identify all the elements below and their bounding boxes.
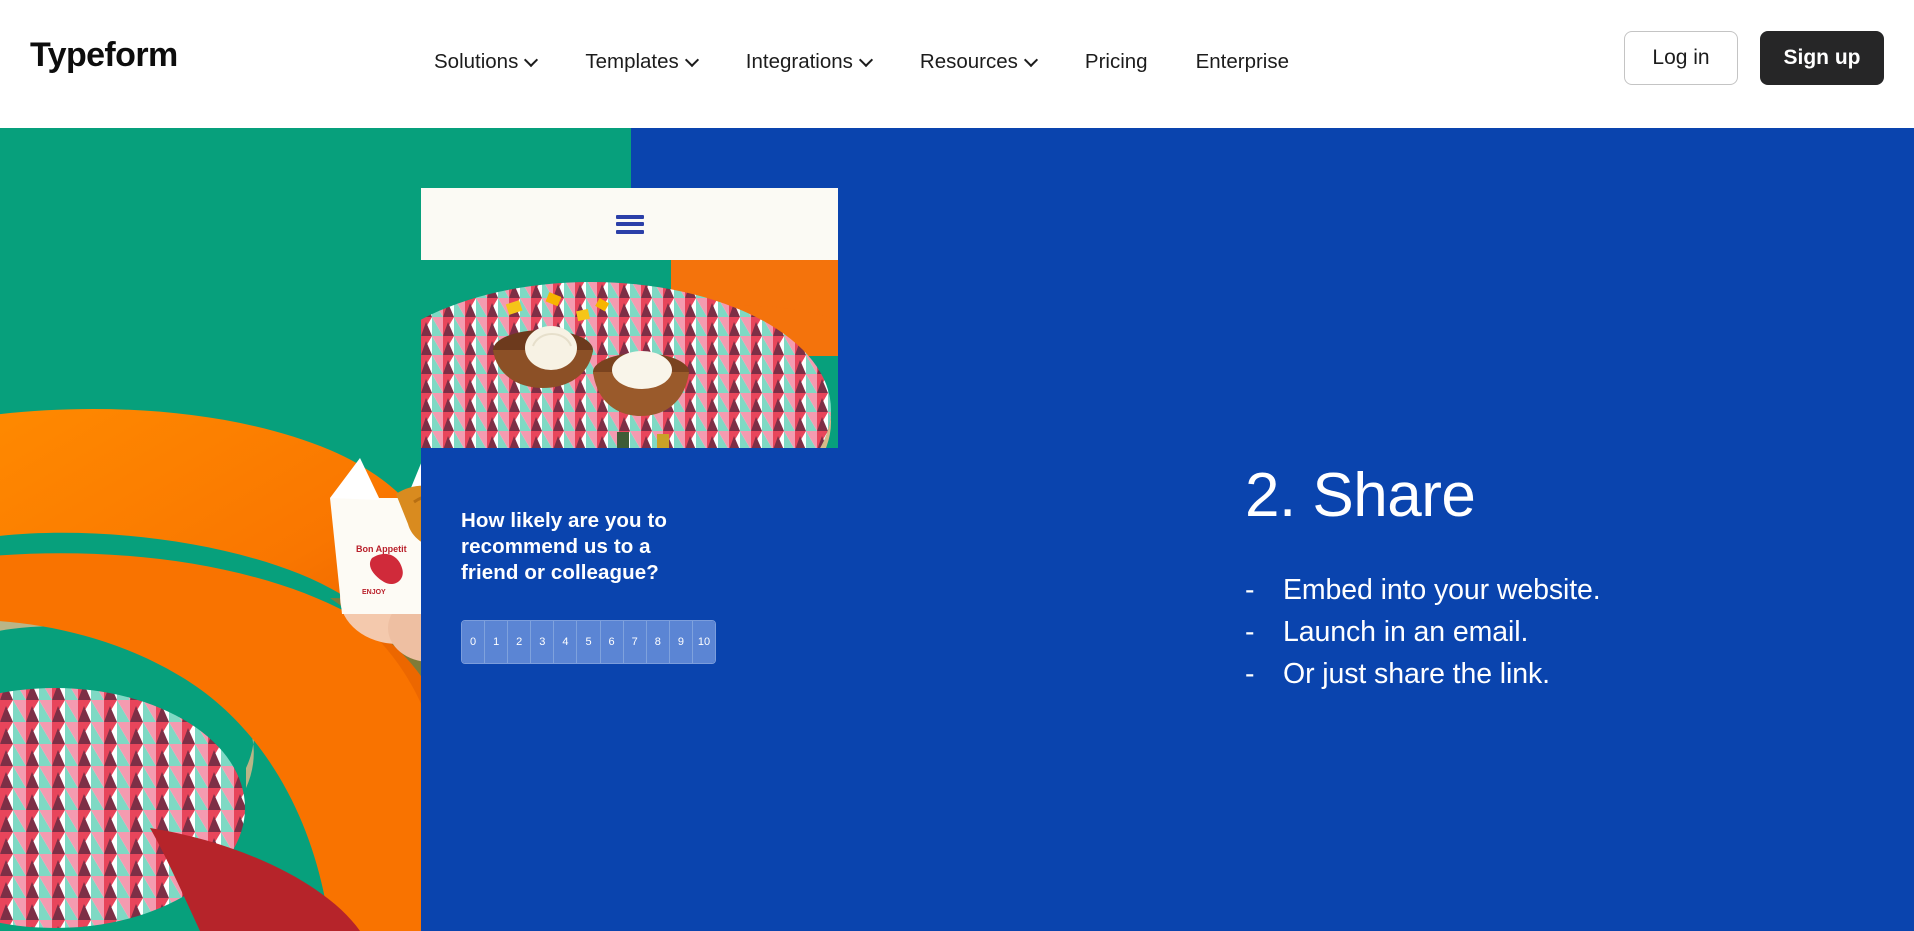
nav-item-label: Templates (585, 50, 679, 73)
main-navigation: Solutions Templates Integrations Resourc… (410, 42, 1313, 82)
bullet-marker: - (1245, 615, 1255, 648)
page-title: 2. Share (1245, 461, 1476, 530)
rating-cell[interactable]: 5 (577, 621, 601, 664)
nav-item-solutions[interactable]: Solutions (410, 42, 561, 82)
list-item: - Embed into your website. (1245, 570, 1865, 612)
rating-cell[interactable]: 1 (485, 621, 509, 664)
chevron-down-icon (687, 55, 698, 66)
bullet-marker: - (1245, 657, 1255, 690)
hamburger-bar (615, 229, 644, 234)
list-item: - Launch in an email. (1245, 612, 1865, 654)
chevron-down-icon (526, 55, 537, 66)
embed-topbar (421, 188, 838, 260)
svg-text:Bon Appetit: Bon Appetit (356, 544, 407, 554)
bullet-marker: - (1245, 574, 1255, 607)
question-text: How likely are you to recommend us to a … (461, 509, 668, 585)
nav-item-templates[interactable]: Templates (561, 42, 721, 82)
embed-hero-photo (421, 260, 838, 448)
rating-cell[interactable]: 9 (669, 621, 693, 664)
nav-item-pricing[interactable]: Pricing (1061, 42, 1172, 82)
site-header: Typeform Solutions Templates Integration… (0, 0, 1914, 128)
rating-scale[interactable]: 0 1 2 3 4 5 6 7 8 9 10 (461, 620, 716, 665)
embed-question-body: How likely are you to recommend us to a … (421, 448, 838, 931)
brand-logo[interactable]: Typeform (30, 38, 178, 72)
list-item: - Or just share the link. (1245, 654, 1865, 696)
nav-item-label: Enterprise (1195, 50, 1290, 73)
rating-cell[interactable]: 4 (554, 621, 578, 664)
list-item-label: Embed into your website. (1283, 574, 1601, 607)
nav-item-label: Integrations (745, 50, 853, 73)
hero-section: Bon Appetit ENJOY How likely are you to … (0, 128, 1914, 931)
login-button[interactable]: Log in (1624, 31, 1738, 85)
chevron-down-icon (1026, 55, 1037, 66)
embed-photo-illustration (421, 260, 838, 448)
rating-cell[interactable]: 8 (646, 621, 670, 664)
rating-cell[interactable]: 10 (692, 621, 715, 664)
hero-copy: 2. Share - Embed into your website. - La… (1245, 463, 1865, 696)
page-root: Typeform Solutions Templates Integration… (0, 0, 1914, 931)
rating-cell[interactable]: 7 (623, 621, 647, 664)
hamburger-bar (615, 214, 644, 219)
nav-item-label: Pricing (1084, 50, 1148, 73)
svg-text:ENJOY: ENJOY (362, 589, 386, 596)
signup-button[interactable]: Sign up (1760, 31, 1884, 85)
embedded-form-card: How likely are you to recommend us to a … (421, 188, 838, 931)
auth-actions: Log in Sign up (1624, 31, 1884, 85)
rating-cell[interactable]: 3 (531, 621, 555, 664)
list-item-label: Or just share the link. (1283, 657, 1550, 690)
list-item-label: Launch in an email. (1283, 615, 1529, 648)
rating-cell[interactable]: 0 (462, 621, 486, 664)
hamburger-bar (615, 222, 644, 226)
nav-item-label: Solutions (434, 50, 519, 73)
rating-cell[interactable]: 6 (600, 621, 624, 664)
nav-item-resources[interactable]: Resources (896, 42, 1061, 82)
rating-cell[interactable]: 2 (508, 621, 532, 664)
nav-item-label: Resources (919, 50, 1018, 73)
hamburger-menu-icon[interactable] (615, 214, 644, 234)
nav-item-enterprise[interactable]: Enterprise (1172, 42, 1313, 82)
chevron-down-icon (861, 55, 872, 66)
feature-list: - Embed into your website. - Launch in a… (1245, 570, 1865, 696)
nav-item-integrations[interactable]: Integrations (722, 42, 896, 82)
